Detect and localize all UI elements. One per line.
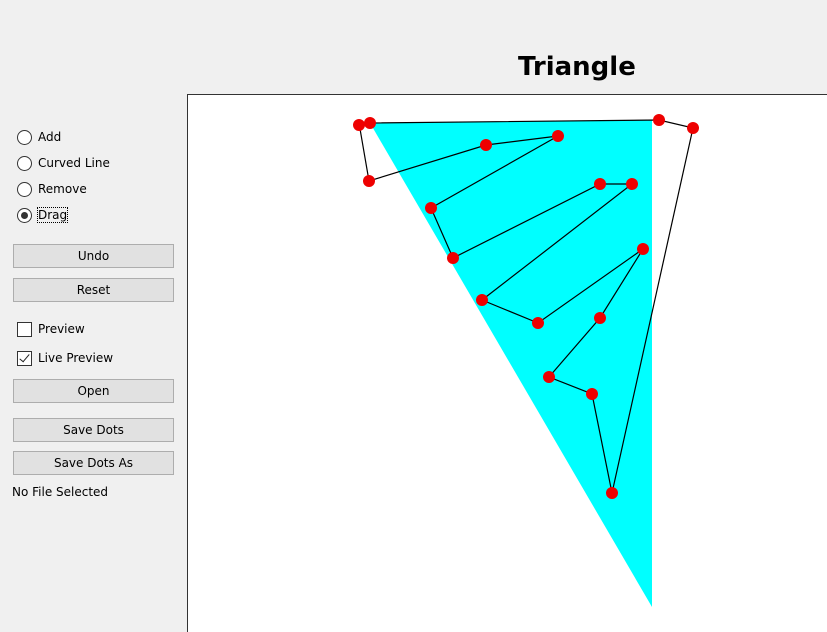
radio-circle[interactable] <box>17 155 32 171</box>
save-dots-button[interactable]: Save Dots <box>13 418 174 442</box>
dot[interactable] <box>637 243 649 255</box>
live-preview-checkbox[interactable]: Live Preview <box>17 349 113 367</box>
reset-button[interactable]: Reset <box>13 278 174 302</box>
dot[interactable] <box>476 294 488 306</box>
mode-drag-radio[interactable]: Drag <box>17 206 69 224</box>
dot[interactable] <box>447 252 459 264</box>
dot[interactable] <box>687 122 699 134</box>
preview-label: Preview <box>38 322 85 336</box>
mode-curved-line-label: Curved Line <box>38 156 110 170</box>
dot[interactable] <box>594 312 606 324</box>
checkbox-box-checked[interactable] <box>17 350 32 366</box>
dot[interactable] <box>626 178 638 190</box>
dot[interactable] <box>543 371 555 383</box>
dot[interactable] <box>594 178 606 190</box>
dot[interactable] <box>606 487 618 499</box>
canvas-svg[interactable] <box>188 95 827 632</box>
mode-add-label: Add <box>38 130 62 144</box>
radio-circle[interactable] <box>17 129 32 145</box>
dot[interactable] <box>353 119 365 131</box>
dot[interactable] <box>363 175 375 187</box>
dot[interactable] <box>532 317 544 329</box>
dot[interactable] <box>425 202 437 214</box>
mode-add-radio[interactable]: Add <box>17 128 61 146</box>
live-preview-label: Live Preview <box>38 351 114 365</box>
radio-circle-selected[interactable] <box>17 207 32 223</box>
save-dots-as-button[interactable]: Save Dots As <box>13 451 174 475</box>
checkbox-box[interactable] <box>17 321 32 337</box>
mode-remove-radio[interactable]: Remove <box>17 180 87 198</box>
preview-checkbox[interactable]: Preview <box>17 320 85 338</box>
radio-circle[interactable] <box>17 181 32 197</box>
dot[interactable] <box>586 388 598 400</box>
triangle-preview-fill <box>370 120 652 607</box>
mode-drag-label: Drag <box>36 207 69 223</box>
undo-button[interactable]: Undo <box>13 244 174 268</box>
dot[interactable] <box>653 114 665 126</box>
mode-curved-line-radio[interactable]: Curved Line <box>17 154 110 172</box>
window-title: Triangle <box>518 52 636 82</box>
mode-remove-label: Remove <box>38 182 87 196</box>
dot[interactable] <box>480 139 492 151</box>
dot[interactable] <box>552 130 564 142</box>
open-button[interactable]: Open <box>13 379 174 403</box>
dot[interactable] <box>364 117 376 129</box>
drawing-canvas[interactable] <box>187 94 827 632</box>
file-status: No File Selected <box>12 485 109 499</box>
